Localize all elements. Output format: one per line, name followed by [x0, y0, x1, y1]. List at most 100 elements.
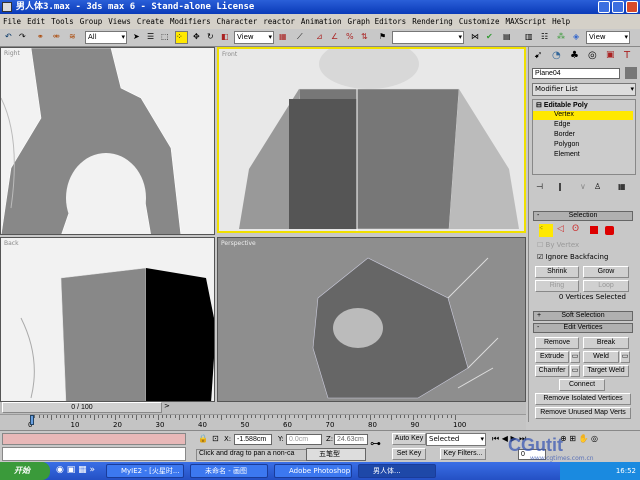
absolute-mode-icon[interactable]: ⊡: [212, 434, 219, 443]
stack-item-border[interactable]: Border: [554, 131, 575, 138]
z-coordinate-field[interactable]: 24.63cm: [334, 434, 368, 445]
by-vertex-checkbox[interactable]: ☐ By Vertex: [537, 241, 579, 249]
menu-modifiers[interactable]: Modifiers: [170, 14, 211, 29]
minimize-button[interactable]: [598, 1, 610, 13]
bind-spacewarp-icon[interactable]: ≋: [68, 31, 81, 44]
schematic-icon[interactable]: ☷: [540, 31, 553, 44]
mirror-tool-icon[interactable]: ⋈: [470, 31, 483, 44]
maxscript-input[interactable]: [2, 447, 186, 461]
lock-icon[interactable]: 🔒: [198, 434, 208, 443]
y-coordinate-field[interactable]: 0.0cm: [286, 434, 322, 445]
edge-mode-icon[interactable]: ◁: [557, 224, 564, 234]
remove-unused-map-verts-button[interactable]: Remove Unused Map Verts: [535, 407, 631, 419]
viewport-label[interactable]: Back: [4, 240, 19, 247]
hierarchy-tab-icon[interactable]: ♣: [569, 49, 582, 62]
select-by-name-icon[interactable]: ☰: [146, 31, 159, 44]
remove-button[interactable]: Remove: [535, 337, 579, 349]
close-button[interactable]: [626, 1, 638, 13]
current-frame-marker[interactable]: [30, 415, 34, 425]
ref-coord-dropdown[interactable]: View: [234, 31, 274, 44]
menu-rendering[interactable]: Rendering: [412, 14, 453, 29]
menu-maxscript[interactable]: MAXScript: [505, 14, 546, 29]
utilities-tab-icon[interactable]: T: [623, 49, 636, 62]
menu-edit[interactable]: Edit: [27, 14, 45, 29]
maxscript-listener[interactable]: [2, 433, 186, 445]
material-editor-icon[interactable]: ⁂: [556, 31, 569, 44]
stack-item-element[interactable]: Element: [554, 151, 580, 158]
key-mode-icon[interactable]: ⊶: [370, 437, 381, 450]
viewport-right[interactable]: Right: [0, 47, 215, 235]
modifier-list-dropdown[interactable]: Modifier List: [532, 83, 636, 96]
rollout-selection[interactable]: - Selection: [533, 211, 633, 221]
maximize-button[interactable]: [612, 1, 624, 13]
select-icon[interactable]: ➤: [132, 31, 145, 44]
viewport-label[interactable]: Right: [4, 50, 20, 57]
viewport-nav-controls[interactable]: ⊕ ⊞ ✋ ◎: [560, 434, 598, 443]
task-paint[interactable]: 未命名 - 画图: [190, 464, 268, 478]
unlink-icon[interactable]: ⚮: [52, 31, 65, 44]
x-coordinate-field[interactable]: -1.588cm: [234, 434, 272, 445]
next-frame-icon[interactable]: >: [164, 402, 170, 410]
menu-create[interactable]: Create: [137, 14, 164, 29]
menu-reactor[interactable]: reactor: [263, 14, 295, 29]
motion-tab-icon[interactable]: ◎: [587, 49, 600, 62]
spinner-snap-icon[interactable]: ⇅: [360, 31, 373, 44]
stack-root[interactable]: ⊟ Editable Poly: [536, 101, 588, 109]
modify-tab-icon[interactable]: ◔: [551, 49, 564, 62]
extrude-settings-icon[interactable]: ▭: [570, 351, 580, 363]
menu-group[interactable]: Group: [80, 14, 103, 29]
rollout-soft-selection[interactable]: + Soft Selection: [533, 311, 633, 321]
create-tab-icon[interactable]: ➹: [533, 49, 546, 62]
remove-isolated-vertices-button[interactable]: Remove Isolated Vertices: [535, 393, 631, 405]
mirror-icon[interactable]: ⟋: [296, 31, 309, 44]
menu-file[interactable]: File: [3, 14, 21, 29]
pin-stack-icon[interactable]: ⊣: [535, 181, 548, 194]
viewport-back[interactable]: Back: [0, 237, 215, 402]
auto-key-button[interactable]: Auto Key: [392, 433, 426, 445]
display-tab-icon[interactable]: ▣: [605, 49, 618, 62]
object-color-swatch[interactable]: [625, 67, 637, 79]
selection-filter-dropdown[interactable]: All: [85, 31, 127, 44]
configure-sets-icon[interactable]: ▦: [617, 181, 630, 194]
grow-button[interactable]: Grow: [583, 266, 629, 278]
redo-icon[interactable]: ↷: [18, 31, 31, 44]
show-end-result-icon[interactable]: ‖: [557, 181, 570, 194]
scale-icon[interactable]: ◧: [220, 31, 233, 44]
stack-item-vertex[interactable]: Vertex: [554, 111, 574, 118]
viewport-front[interactable]: Front: [217, 47, 526, 233]
menu-tools[interactable]: Tools: [51, 14, 74, 29]
extrude-button[interactable]: Extrude: [535, 351, 569, 363]
link-icon[interactable]: ⚭: [36, 31, 49, 44]
ignore-backfacing-checkbox[interactable]: ☑ Ignore Backfacing: [537, 253, 608, 261]
align-icon[interactable]: ✔: [485, 31, 498, 44]
named-selection-icon[interactable]: ⚑: [378, 31, 391, 44]
stack-item-polygon[interactable]: Polygon: [554, 141, 579, 148]
rollout-edit-vertices[interactable]: - Edit Vertices: [533, 323, 633, 333]
make-unique-icon[interactable]: ∨: [579, 181, 592, 194]
connect-button[interactable]: Connect: [559, 379, 605, 391]
start-button[interactable]: 开始: [0, 462, 50, 480]
curve-editor-icon[interactable]: ▥: [524, 31, 537, 44]
menu-character[interactable]: Character: [217, 14, 258, 29]
weld-settings-icon[interactable]: ▭: [620, 351, 630, 363]
task-3dsmax[interactable]: 男人体...: [358, 464, 436, 478]
polygon-mode-icon[interactable]: [590, 226, 598, 234]
percent-snap-icon[interactable]: %: [345, 31, 358, 44]
shrink-button[interactable]: Shrink: [535, 266, 579, 278]
viewport-perspective[interactable]: Perspective: [217, 237, 526, 402]
target-weld-button[interactable]: Target Weld: [583, 365, 629, 377]
time-slider-bar[interactable]: 0 / 100 >: [0, 402, 526, 414]
key-filters-button[interactable]: Key Filters...: [440, 448, 486, 460]
time-slider[interactable]: 0 / 100: [2, 402, 162, 413]
layer-icon[interactable]: ▤: [502, 31, 515, 44]
viewport-label[interactable]: Perspective: [221, 240, 256, 247]
rotate-icon[interactable]: ↻: [206, 31, 219, 44]
task-photoshop[interactable]: Adobe Photoshop: [274, 464, 352, 478]
ime-bar[interactable]: 五笔型: [306, 448, 366, 461]
ring-button[interactable]: Ring: [535, 280, 579, 292]
render-scene-icon[interactable]: ◈: [572, 31, 585, 44]
weld-button[interactable]: Weld: [583, 351, 619, 363]
set-key-button[interactable]: Set Key: [392, 448, 426, 460]
snap-icon[interactable]: ⊿: [315, 31, 328, 44]
angle-snap-icon[interactable]: ∠: [330, 31, 343, 44]
